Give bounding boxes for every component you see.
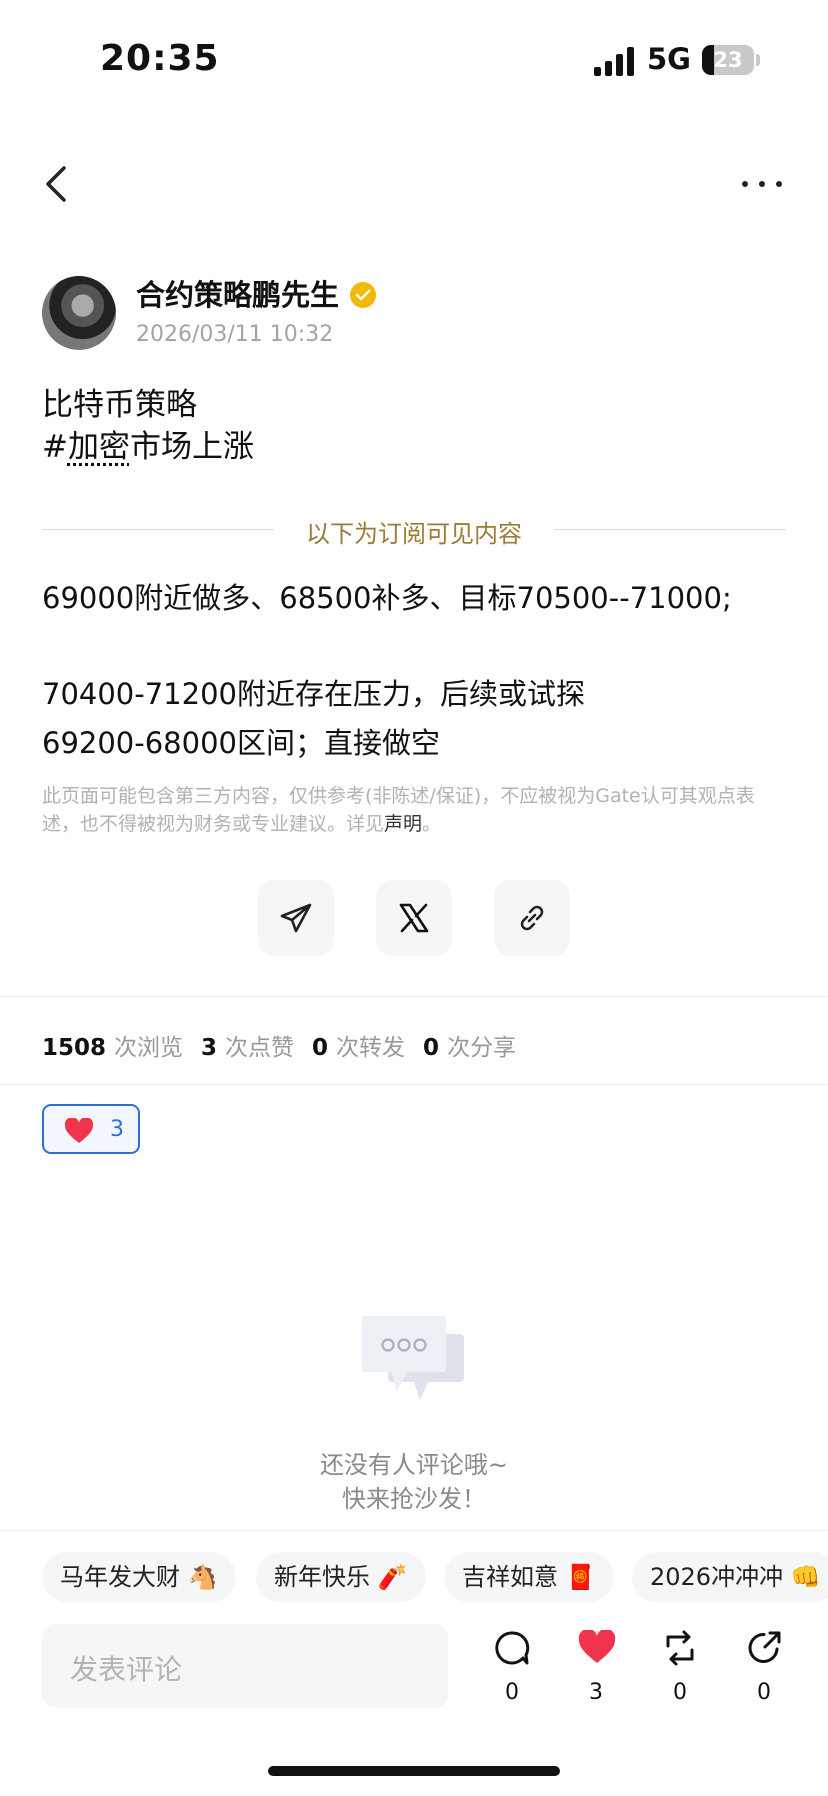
quick-reply-chips: 马年发大财 🐴 新年快乐 🧨 吉祥如意 🧧 2026冲冲冲 👊	[42, 1552, 828, 1602]
heart-icon	[578, 1630, 616, 1663]
likes-count: 3	[201, 1035, 218, 1061]
subscriber-divider: 以下为订阅可见内容	[42, 512, 786, 548]
divider-line-right	[554, 529, 786, 530]
hashtag[interactable]: #加密市场上涨	[42, 424, 254, 470]
separator	[0, 1084, 828, 1085]
more-options-button[interactable]	[738, 172, 786, 196]
comment-input[interactable]: 发表评论	[42, 1624, 448, 1708]
battery-level: 23	[713, 48, 743, 72]
verified-badge-icon	[350, 282, 376, 308]
comment-placeholder: 发表评论	[70, 1653, 183, 1686]
link-icon	[520, 905, 544, 931]
author-name[interactable]: 合约策略鹏先生	[136, 272, 339, 314]
share-telegram-button[interactable]	[258, 880, 334, 956]
share-arrow-icon	[748, 1631, 781, 1663]
repost-count: 0	[673, 1680, 687, 1705]
empty-state-line1: 还没有人评论哦~	[319, 1451, 509, 1479]
share-row	[258, 880, 570, 956]
repost-button[interactable]: 0	[650, 1630, 710, 1710]
post-line: 70400-71200附近存在压力，后续或试探	[42, 677, 585, 711]
telegram-icon	[280, 903, 312, 933]
share-x-button[interactable]	[376, 880, 452, 956]
quick-reply-chip[interactable]: 马年发大财 🐴	[42, 1552, 236, 1602]
post-date: 2026/03/11 10:32	[136, 322, 334, 347]
separator	[0, 996, 828, 997]
author-header: 合约策略鹏先生 2026/03/11 10:32	[42, 272, 742, 352]
avatar[interactable]	[42, 276, 116, 350]
repost-icon	[666, 1630, 694, 1666]
likes-label: 次点赞	[225, 1035, 295, 1061]
quick-reply-chip[interactable]: 新年快乐 🧨	[256, 1552, 426, 1602]
reposts-label: 次转发	[336, 1035, 406, 1061]
empty-comments-icon	[362, 1316, 466, 1412]
home-indicator	[268, 1766, 560, 1776]
hashtag-rest: 市场上涨	[129, 429, 254, 465]
network-type: 5G	[647, 42, 691, 76]
hashtag-symbol: #	[42, 429, 68, 465]
hashtag-underlined: 加密	[67, 429, 130, 465]
reaction-count: 3	[110, 1117, 124, 1142]
share-count: 0	[757, 1680, 771, 1705]
views-label: 次浏览	[114, 1035, 184, 1061]
top-nav	[0, 150, 828, 220]
copy-link-button[interactable]	[494, 880, 570, 956]
post-title: 比特币策略	[42, 387, 197, 423]
post-stats: 1508 次浏览 3 次点赞 0 次转发 0 次分享	[42, 1028, 534, 1062]
views-count: 1508	[42, 1035, 107, 1061]
like-button[interactable]: 3	[566, 1630, 626, 1710]
disclaimer-end: 。	[422, 813, 442, 835]
post-line: 69000附近做多、68500补多、目标70500--71000;	[42, 581, 732, 615]
x-icon	[399, 903, 429, 933]
chevron-left-icon	[46, 166, 66, 202]
comment-bubble-icon	[495, 1631, 530, 1665]
status-bar: 20:35 5G 23	[0, 0, 828, 120]
battery-icon: 23	[702, 45, 754, 75]
battery-tip	[756, 54, 760, 66]
share-button[interactable]: 0	[734, 1630, 794, 1710]
shares-label: 次分享	[447, 1035, 517, 1061]
separator	[0, 1530, 828, 1531]
signal-icon	[594, 46, 636, 76]
quick-reply-chip[interactable]: 2026冲冲冲 👊	[632, 1552, 828, 1602]
disclaimer-link[interactable]: 声明	[384, 813, 422, 835]
subscriber-divider-label: 以下为订阅可见内容	[306, 520, 522, 548]
comment-count: 0	[505, 1680, 519, 1705]
back-button[interactable]	[36, 158, 76, 210]
quick-reply-chip[interactable]: 吉祥如意 🧧	[444, 1552, 614, 1602]
reaction-chip[interactable]: 3	[42, 1104, 140, 1154]
empty-state-line2: 快来抢沙发！	[342, 1485, 486, 1513]
heart-icon	[64, 1118, 94, 1143]
post-line: 69200-68000区间；直接做空	[42, 726, 440, 760]
status-time: 20:35	[100, 38, 220, 79]
comment-button[interactable]: 0	[482, 1630, 542, 1710]
reposts-count: 0	[312, 1035, 329, 1061]
like-count: 3	[589, 1680, 603, 1705]
disclaimer: 此页面可能包含第三方内容，仅供参考(非陈述/保证)，不应被视为Gate认可其观点…	[42, 782, 790, 838]
shares-count: 0	[423, 1035, 440, 1061]
